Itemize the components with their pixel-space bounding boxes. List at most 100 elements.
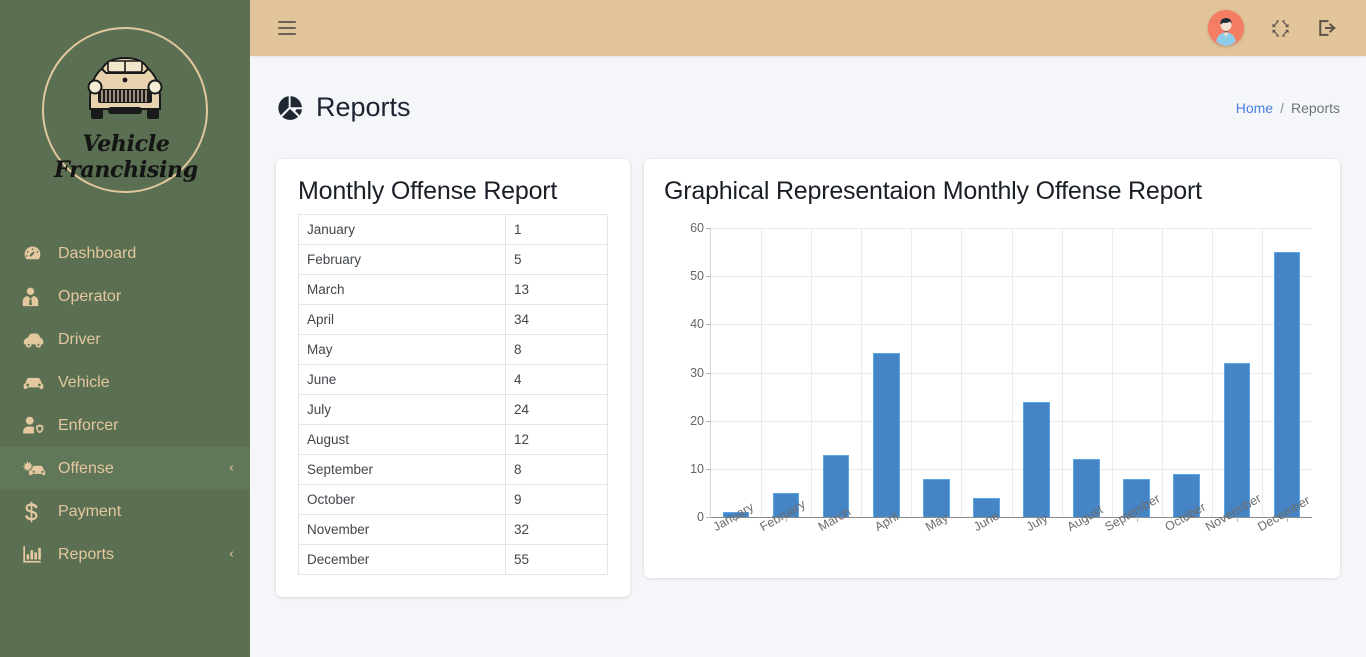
car-crash-icon bbox=[22, 459, 54, 479]
chart-bar[interactable] bbox=[873, 353, 900, 518]
sidebar-item-dashboard[interactable]: Dashboard bbox=[0, 232, 250, 275]
chevron-left-icon: ‹ bbox=[228, 461, 234, 476]
sidebar-item-label: Enforcer bbox=[58, 416, 119, 434]
table-cell-month: July bbox=[297, 394, 507, 426]
sidebar: Vehicle Franchising Dashboard Operator D… bbox=[0, 0, 250, 657]
bar-slot bbox=[961, 228, 1011, 523]
table-row: March 13 bbox=[297, 274, 608, 306]
user-avatar[interactable] bbox=[1208, 10, 1244, 46]
table-row: October 9 bbox=[297, 484, 608, 516]
sidebar-item-label: Vehicle bbox=[58, 373, 110, 391]
bar-slot bbox=[1162, 228, 1212, 523]
y-axis-tick-label: 50 bbox=[690, 269, 704, 284]
table-card-title: Monthly Offense Report bbox=[298, 177, 558, 206]
x-label-slot: August bbox=[1061, 503, 1111, 564]
chart-bar-icon bbox=[22, 545, 54, 565]
x-label-slot: September bbox=[1103, 492, 1163, 564]
table-cell-count: 5 bbox=[505, 244, 608, 276]
table-cell-month: February bbox=[297, 244, 507, 276]
page-header: Reports Home / Reports bbox=[250, 56, 1366, 147]
table-cell-month: September bbox=[297, 454, 507, 486]
sidebar-item-offense[interactable]: Offense ‹ bbox=[0, 447, 250, 490]
table-row: April 34 bbox=[297, 304, 608, 336]
breadcrumb: Home / Reports bbox=[1236, 100, 1340, 116]
x-label-slot: July bbox=[1011, 511, 1061, 564]
app-root: Vehicle Franchising Dashboard Operator D… bbox=[0, 0, 1366, 657]
chart-bar[interactable] bbox=[1223, 363, 1251, 518]
dollar-sign-icon bbox=[22, 500, 54, 522]
breadcrumb-separator: / bbox=[1280, 99, 1284, 116]
x-label-slot: Novermber bbox=[1203, 491, 1264, 564]
y-axis-tick-mark bbox=[706, 517, 711, 519]
sidebar-item-enforcer[interactable]: Enforcer bbox=[0, 404, 250, 447]
table-row: September 8 bbox=[297, 454, 608, 486]
sidebar-item-label: Reports bbox=[58, 545, 115, 563]
sidebar-item-label: Driver bbox=[58, 330, 101, 348]
bar-slot bbox=[1011, 228, 1061, 523]
chart-plot-area: 0 10 20 30 40 50 60 bbox=[690, 221, 1312, 524]
table-cell-count: 8 bbox=[505, 334, 608, 366]
expand-arrows-icon[interactable] bbox=[1270, 18, 1291, 39]
monthly-offense-table: January 1 February 5 March 13 April 34 May 8 June 4… bbox=[297, 214, 608, 576]
main-area: Reports Home / Reports Monthly Offense R… bbox=[250, 0, 1366, 657]
table-cell-month: March bbox=[297, 274, 507, 306]
y-axis-tick-label: 10 bbox=[690, 461, 704, 476]
topbar bbox=[250, 0, 1366, 56]
x-label-slot: February bbox=[758, 497, 810, 564]
y-axis-tick-label: 30 bbox=[690, 365, 704, 380]
x-label-slot: May bbox=[911, 510, 961, 564]
x-label-slot: October bbox=[1162, 500, 1212, 564]
sidebar-item-driver[interactable]: Driver bbox=[0, 318, 250, 361]
chart-bar[interactable] bbox=[1023, 401, 1050, 518]
car-side-icon bbox=[22, 330, 54, 350]
table-row: May 8 bbox=[297, 334, 608, 366]
table-row: December 55 bbox=[297, 544, 608, 576]
y-axis-tick-label: 60 bbox=[690, 221, 704, 236]
table-cell-count: 4 bbox=[505, 364, 608, 396]
sidebar-item-label: Dashboard bbox=[58, 244, 137, 262]
chart-card-title: Graphical Representaion Monthly Offense … bbox=[664, 177, 1202, 206]
user-tie-icon bbox=[22, 287, 54, 307]
table-cell-month: October bbox=[297, 484, 507, 516]
table-cell-count: 9 bbox=[505, 484, 608, 516]
chart-bar[interactable] bbox=[1273, 252, 1301, 518]
breadcrumb-home-link[interactable]: Home bbox=[1236, 100, 1273, 116]
pie-chart-icon bbox=[276, 94, 304, 122]
user-shield-icon bbox=[22, 416, 54, 436]
table-cell-count: 13 bbox=[505, 274, 608, 306]
content-area: Monthly Offense Report January 1 February 5… bbox=[250, 147, 1366, 598]
table-cell-month: June bbox=[297, 364, 507, 396]
table-cell-count: 8 bbox=[505, 454, 608, 486]
bar-slot bbox=[811, 228, 861, 523]
table-body: January 1 February 5 March 13 April 34 May 8 June 4… bbox=[297, 214, 608, 576]
sidebar-item-label: Operator bbox=[58, 287, 122, 305]
sign-out-icon[interactable] bbox=[1317, 18, 1338, 38]
table-cell-count: 12 bbox=[505, 424, 608, 456]
table-cell-count: 1 bbox=[505, 214, 608, 246]
sidebar-item-operator[interactable]: Operator bbox=[0, 275, 250, 318]
table-cell-month: April bbox=[297, 304, 507, 336]
table-row: July 24 bbox=[297, 394, 608, 426]
chart-x-axis-labels: January February March April May June July Augu… bbox=[710, 491, 1313, 564]
brand-logo[interactable]: Vehicle Franchising bbox=[0, 0, 250, 220]
brand-name: Vehicle Franchising bbox=[54, 131, 198, 183]
x-label-slot: March bbox=[810, 505, 860, 564]
sidebar-item-vehicle[interactable]: Vehicle bbox=[0, 361, 250, 404]
gauge-icon bbox=[22, 244, 54, 264]
x-label-slot: December bbox=[1255, 493, 1312, 564]
bar-slot bbox=[761, 228, 811, 523]
topbar-actions bbox=[1208, 10, 1338, 46]
sidebar-item-payment[interactable]: Payment bbox=[0, 490, 250, 533]
table-cell-count: 24 bbox=[505, 394, 608, 426]
x-label-slot: April bbox=[861, 510, 911, 564]
bar-slot bbox=[1062, 228, 1112, 523]
car-front-icon bbox=[22, 373, 54, 393]
bar-slot bbox=[861, 228, 911, 523]
bar-slot bbox=[1212, 228, 1262, 523]
chart-bar[interactable] bbox=[923, 478, 950, 518]
sidebar-item-reports[interactable]: Reports ‹ bbox=[0, 533, 250, 576]
hamburger-icon[interactable] bbox=[278, 21, 296, 35]
chart-bars bbox=[711, 228, 1312, 523]
table-row: August 12 bbox=[297, 424, 608, 456]
x-label-slot: January bbox=[710, 500, 760, 564]
